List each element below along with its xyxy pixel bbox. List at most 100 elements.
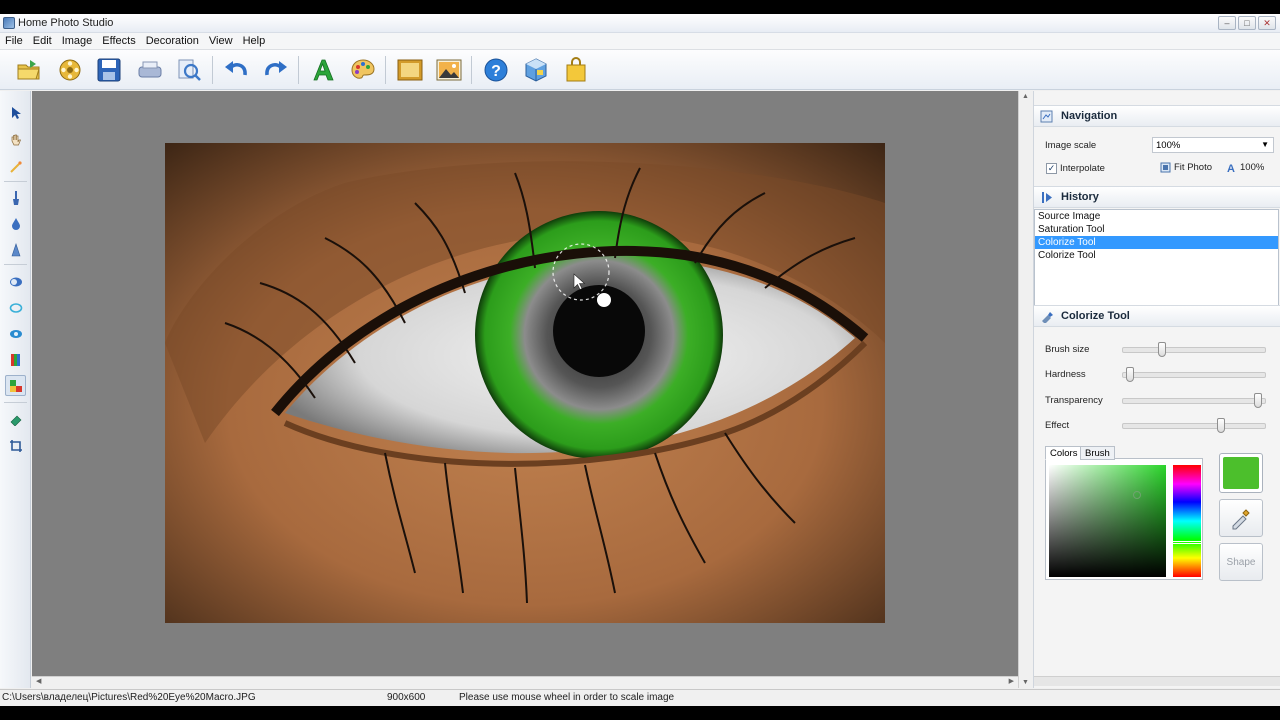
app-icon <box>3 17 15 29</box>
drop-icon[interactable] <box>5 213 26 234</box>
shape-button[interactable]: Shape <box>1219 543 1263 581</box>
menu-effects[interactable]: Effects <box>97 33 140 49</box>
image-scale-select[interactable]: 100% ▼ <box>1152 137 1274 153</box>
menu-view[interactable]: View <box>204 33 238 49</box>
menu-decoration[interactable]: Decoration <box>141 33 204 49</box>
image-frame-icon[interactable] <box>395 55 425 85</box>
history-list[interactable]: Source Image Saturation Tool Colorize To… <box>1034 209 1279 306</box>
current-color-fill <box>1223 457 1259 489</box>
history-icon <box>1042 192 1052 203</box>
transparency-label: Transparency <box>1045 395 1103 406</box>
shopping-bag-icon[interactable] <box>561 55 591 85</box>
slider-thumb[interactable] <box>1126 367 1134 382</box>
shape-label: Shape <box>1226 556 1256 568</box>
drop-outline-icon[interactable] <box>5 297 26 318</box>
brush-size-label: Brush size <box>1045 344 1090 355</box>
history-item[interactable]: Colorize Tool <box>1035 249 1278 262</box>
brush-icon[interactable] <box>5 187 26 208</box>
history-item-selected[interactable]: Colorize Tool <box>1035 236 1278 249</box>
effect-slider[interactable] <box>1122 418 1266 433</box>
navigation-icon <box>1040 110 1053 123</box>
pointer-icon[interactable] <box>5 102 26 123</box>
main-toolbar: ? <box>0 50 1280 90</box>
palette-icon[interactable] <box>348 55 378 85</box>
photo-landscape-icon[interactable] <box>434 55 464 85</box>
transparency-slider[interactable] <box>1122 393 1266 408</box>
panel-scrollbar[interactable] <box>1034 676 1280 686</box>
tab-brush[interactable]: Brush <box>1080 446 1115 460</box>
tab-colors[interactable]: Colors <box>1045 446 1083 460</box>
scroll-left-arrow[interactable]: ◀ <box>36 677 41 685</box>
menu-edit[interactable]: Edit <box>28 33 57 49</box>
hand-icon[interactable] <box>5 129 26 150</box>
maximize-button[interactable]: □ <box>1238 16 1256 30</box>
fit-photo-button[interactable]: Fit Photo <box>1160 162 1212 173</box>
help-icon[interactable]: ? <box>481 55 511 85</box>
window-title: Home Photo Studio <box>18 17 114 29</box>
horizontal-scrollbar[interactable]: ◀ ▶ <box>32 676 1018 688</box>
toolbar-separator <box>385 56 386 84</box>
scroll-right-arrow[interactable]: ▶ <box>1009 677 1014 685</box>
colorize-icon[interactable] <box>5 375 26 396</box>
status-image-size: 900x600 <box>387 692 426 703</box>
cube-icon[interactable] <box>521 55 551 85</box>
minimize-button[interactable]: – <box>1218 16 1236 30</box>
close-button[interactable]: ✕ <box>1258 16 1276 30</box>
menu-image[interactable]: Image <box>57 33 98 49</box>
save-disk-icon[interactable] <box>94 55 124 85</box>
magic-wand-icon[interactable] <box>5 156 26 177</box>
cone-icon[interactable] <box>5 239 26 260</box>
navigation-title: Navigation <box>1061 110 1118 122</box>
image-scale-label: Image scale <box>1045 140 1097 151</box>
photo-canvas[interactable] <box>165 143 885 623</box>
current-color-swatch[interactable] <box>1219 453 1263 493</box>
saturation-value-field[interactable] <box>1049 465 1166 577</box>
text-A-icon[interactable] <box>308 55 338 85</box>
zoom-100-button[interactable]: A 100% <box>1226 162 1264 173</box>
color-picker-cursor <box>1133 491 1141 499</box>
open-folder-icon[interactable] <box>14 55 44 85</box>
hue-slider[interactable] <box>1172 465 1202 577</box>
status-hint: Please use mouse wheel in order to scale… <box>459 692 675 703</box>
toolbar-separator <box>471 56 472 84</box>
slider-thumb[interactable] <box>1217 418 1225 433</box>
hue-marker[interactable] <box>1172 541 1202 544</box>
slider-thumb[interactable] <box>1158 342 1166 357</box>
canvas-area[interactable] <box>32 91 1018 676</box>
redo-icon[interactable] <box>261 55 291 85</box>
hardness-slider[interactable] <box>1122 367 1266 382</box>
eyedropper-button[interactable] <box>1219 499 1263 537</box>
brush-size-slider[interactable] <box>1122 342 1266 357</box>
toolbar-separator <box>298 56 299 84</box>
slider-thumb[interactable] <box>1254 393 1262 408</box>
status-file-path: C:\Users\владелец\Pictures\Red%20Eye%20M… <box>2 692 256 703</box>
film-reel-icon[interactable] <box>55 55 85 85</box>
print-icon[interactable] <box>135 55 165 85</box>
effect-label: Effect <box>1045 420 1070 431</box>
lens-icon[interactable] <box>5 271 26 292</box>
image-scale-value: 100% <box>1156 140 1181 151</box>
menu-help[interactable]: Help <box>238 33 271 49</box>
tool-separator <box>4 181 27 182</box>
history-item[interactable]: Source Image <box>1035 210 1278 223</box>
scroll-down-arrow[interactable]: ▼ <box>1022 679 1029 686</box>
vertical-scrollbar[interactable]: ▲ ▼ <box>1018 91 1032 688</box>
scroll-up-arrow[interactable]: ▲ <box>1022 93 1029 100</box>
undo-icon[interactable] <box>221 55 251 85</box>
tool-palette <box>0 91 31 688</box>
colorize-tool-header[interactable]: Colorize Tool <box>1034 305 1280 327</box>
interpolate-checkbox[interactable]: ✓ <box>1046 163 1057 174</box>
eraser-icon[interactable] <box>5 409 26 430</box>
levels-icon[interactable] <box>5 349 26 370</box>
print-preview-icon[interactable] <box>174 55 204 85</box>
right-panel: Navigation Image scale 100% ▼ ✓ Interpol… <box>1033 91 1280 688</box>
crop-icon[interactable] <box>5 435 26 456</box>
colorize-tool-title: Colorize Tool <box>1061 310 1130 322</box>
menu-file[interactable]: File <box>0 33 28 49</box>
eye-icon[interactable] <box>5 323 26 344</box>
history-header[interactable]: History <box>1034 186 1280 208</box>
navigation-header[interactable]: Navigation <box>1034 105 1280 127</box>
history-item[interactable]: Saturation Tool <box>1035 223 1278 236</box>
zoom-100-label: 100% <box>1240 162 1265 173</box>
zoom-icon: A <box>1227 163 1235 173</box>
